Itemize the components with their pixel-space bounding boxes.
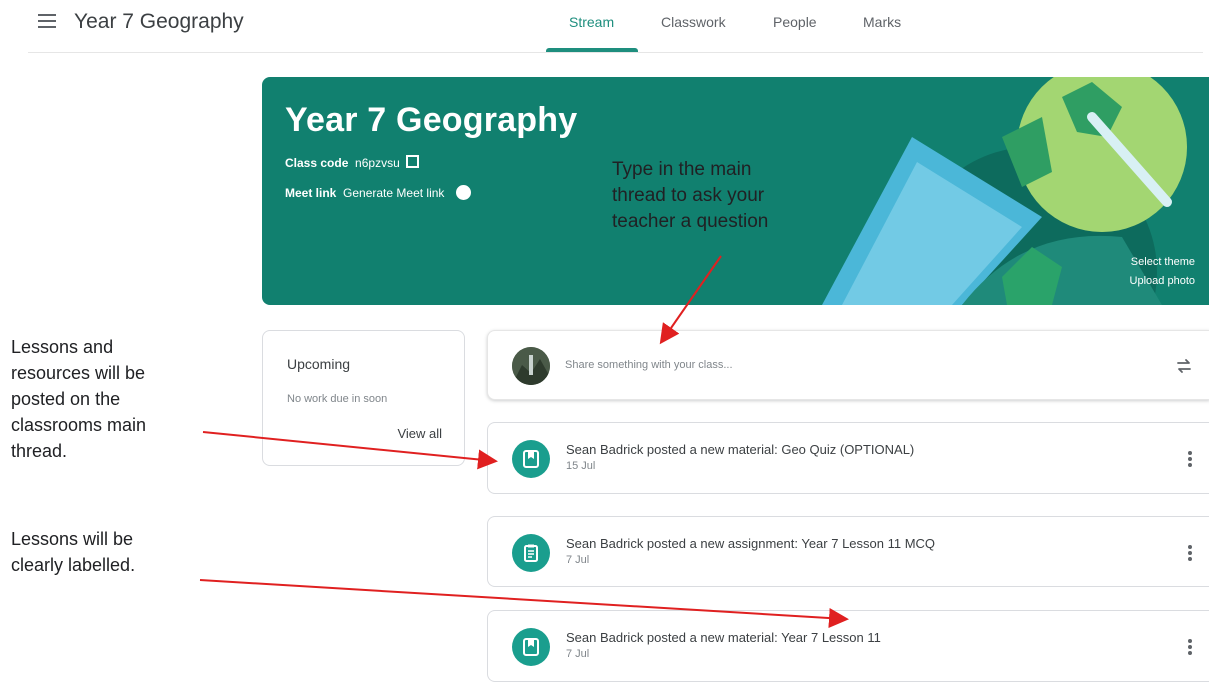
more-options-icon[interactable] xyxy=(1188,545,1192,561)
more-options-icon[interactable] xyxy=(1188,639,1192,655)
tab-classwork[interactable]: Classwork xyxy=(661,14,726,30)
post-item[interactable]: Sean Badrick posted a new material: Year… xyxy=(487,610,1209,682)
fullscreen-icon[interactable] xyxy=(406,155,420,168)
upload-photo-link[interactable]: Upload photo xyxy=(1130,275,1195,287)
material-icon xyxy=(512,440,550,478)
annotation-lessons-labelled: Lessons will be clearly labelled. xyxy=(11,529,136,575)
meet-link-label: Meet link xyxy=(285,186,337,200)
post-item[interactable]: Sean Badrick posted a new assignment: Ye… xyxy=(487,516,1209,587)
meet-chat-icon[interactable] xyxy=(455,185,471,200)
tab-marks[interactable]: Marks xyxy=(863,14,901,30)
class-title[interactable]: Year 7 Geography xyxy=(74,10,244,34)
material-icon xyxy=(512,628,550,666)
select-theme-link[interactable]: Select theme xyxy=(1131,256,1195,268)
annotation-lessons-posted: Lessons and resources will be posted on … xyxy=(11,337,147,461)
avatar xyxy=(512,347,550,385)
meet-link-row: Meet link Generate Meet link xyxy=(285,185,471,200)
post-title[interactable]: Sean Badrick posted a new assignment: Ye… xyxy=(566,536,935,551)
post-title[interactable]: Sean Badrick posted a new material: Geo … xyxy=(566,442,914,457)
post-date: 7 Jul xyxy=(566,554,590,566)
post-date: 15 Jul xyxy=(566,460,596,472)
view-all-link[interactable]: View all xyxy=(397,426,442,441)
more-options-icon[interactable] xyxy=(1188,451,1192,467)
top-app-bar: Year 7 Geography Stream Classwork People… xyxy=(0,0,1209,52)
annotation-main-thread: Type in the main thread to ask your teac… xyxy=(612,159,769,232)
class-code-label: Class code xyxy=(285,156,349,170)
banner-title: Year 7 Geography xyxy=(285,101,578,139)
header-divider xyxy=(28,52,1203,53)
assignment-icon xyxy=(512,534,550,572)
share-card[interactable]: Share something with your class... xyxy=(487,330,1209,400)
tab-stream[interactable]: Stream xyxy=(569,14,614,30)
post-item[interactable]: Sean Badrick posted a new material: Geo … xyxy=(487,422,1209,494)
avatar-image xyxy=(512,347,550,385)
generate-meet-link[interactable]: Generate Meet link xyxy=(343,186,444,200)
upcoming-subtitle: No work due in soon xyxy=(287,393,388,405)
tab-people[interactable]: People xyxy=(773,14,817,30)
repost-icon[interactable] xyxy=(1174,356,1194,376)
menu-icon[interactable] xyxy=(38,14,56,28)
share-input[interactable]: Share something with your class... xyxy=(565,359,733,371)
class-code-row: Class code n6pzvsu xyxy=(285,155,420,170)
upcoming-title: Upcoming xyxy=(287,356,351,372)
class-code-value: n6pzvsu xyxy=(355,156,400,170)
upcoming-card: Upcoming No work due in soon View all xyxy=(262,330,465,466)
post-title[interactable]: Sean Badrick posted a new material: Year… xyxy=(566,630,881,645)
post-date: 7 Jul xyxy=(566,648,590,660)
